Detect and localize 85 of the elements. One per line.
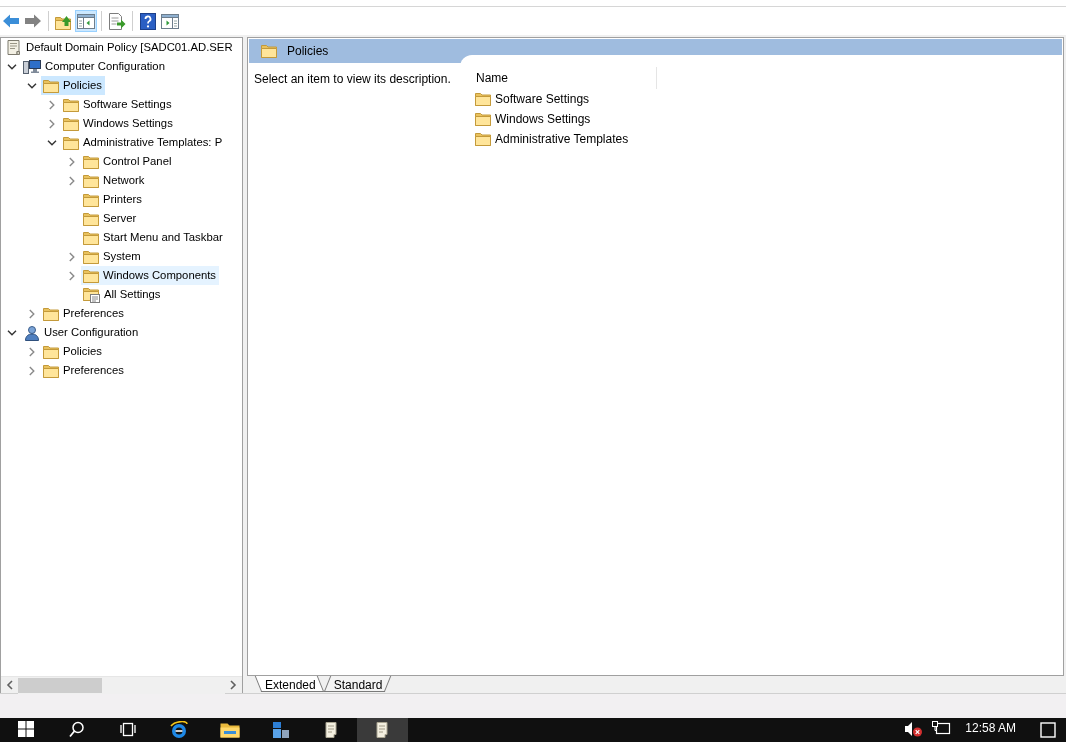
folder-icon	[83, 211, 99, 226]
list-item[interactable]: Windows Settings	[460, 109, 595, 129]
list-item[interactable]: Software Settings	[460, 89, 594, 109]
tree-item[interactable]: Policies	[41, 76, 105, 95]
pane-layout-icon	[161, 13, 179, 29]
tree-item[interactable]: Default Domain Policy [SADC01.AD.SER	[3, 38, 236, 57]
chevron-down-icon[interactable]	[47, 139, 57, 146]
computer-icon	[23, 58, 41, 75]
export-list-icon	[108, 12, 126, 30]
speaker-muted-icon[interactable]	[903, 721, 924, 737]
export-list-button[interactable]	[106, 10, 128, 32]
chevron-down-icon[interactable]	[7, 63, 17, 70]
folder-icon	[83, 230, 99, 245]
folder-icon	[475, 92, 491, 106]
tree-item[interactable]: Network	[81, 171, 148, 190]
folder-icon	[83, 268, 99, 283]
tree-item[interactable]: Preferences	[41, 361, 127, 380]
tree-item[interactable]: System	[81, 247, 144, 266]
list-item[interactable]: Administrative Templates	[460, 129, 633, 149]
chevron-right-icon[interactable]	[69, 270, 75, 281]
description-text: Select an item to view its description.	[254, 72, 451, 86]
pane-layout-icon	[77, 13, 95, 29]
chevron-right-icon[interactable]	[49, 118, 55, 129]
network-icon[interactable]	[931, 721, 952, 736]
server-icon	[271, 721, 290, 739]
chevron-right-icon[interactable]	[29, 365, 35, 376]
forward-arrow-icon	[24, 13, 42, 29]
chevron-down-icon[interactable]	[27, 82, 37, 89]
scroll-document-icon	[5, 39, 22, 56]
tree-item[interactable]: All Settings	[81, 285, 164, 304]
folder-document-icon	[83, 286, 100, 303]
task-view-icon	[118, 721, 137, 737]
tree-item[interactable]: Control Panel	[81, 152, 175, 171]
tree-item[interactable]: Server	[81, 209, 140, 228]
tree-item[interactable]: User Configuration	[21, 323, 142, 342]
pane-title: Policies	[287, 43, 329, 59]
start-icon	[17, 721, 34, 737]
view-tab[interactable]: Standard	[323, 676, 391, 693]
folder-icon	[63, 135, 79, 150]
tree-item[interactable]: Printers	[81, 190, 145, 209]
chevron-right-icon[interactable]	[69, 156, 75, 167]
document-icon	[323, 721, 340, 739]
tree-item[interactable]: Preferences	[41, 304, 127, 323]
folder-icon	[43, 306, 59, 321]
folder-icon	[63, 97, 79, 112]
document-icon	[374, 721, 391, 739]
folder-icon	[83, 249, 99, 264]
scrollbar-thumb[interactable]	[18, 677, 102, 693]
tree-item[interactable]: Windows Settings	[61, 114, 176, 133]
horizontal-scrollbar[interactable]	[1, 676, 242, 693]
back-arrow-icon	[2, 13, 20, 29]
folder-icon	[475, 112, 491, 126]
folder-icon	[83, 173, 99, 188]
chevron-right-icon[interactable]	[29, 346, 35, 357]
chevron-right-icon[interactable]	[29, 308, 35, 319]
folder-icon	[475, 132, 491, 146]
tree-item[interactable]: Windows Components	[81, 266, 220, 285]
console-tree-button[interactable]	[75, 10, 97, 32]
chevron-right-icon[interactable]	[69, 251, 75, 262]
chevron-right-icon[interactable]	[49, 99, 55, 110]
tree-item[interactable]: Software Settings	[61, 95, 175, 114]
help-icon	[140, 12, 156, 30]
clock-text[interactable]: 12:58 AM	[959, 721, 1022, 735]
chevron-down-icon[interactable]	[7, 329, 17, 336]
chevron-right-icon[interactable]	[69, 175, 75, 186]
user-icon	[23, 324, 40, 341]
folder-icon	[83, 154, 99, 169]
tree-item[interactable]: Policies	[41, 342, 105, 361]
folder-icon	[43, 363, 59, 378]
tree-item[interactable]: Start Menu and Taskbar	[81, 228, 226, 247]
view-tab[interactable]: Extended	[255, 676, 324, 693]
notification-icon[interactable]	[1040, 722, 1056, 738]
folder-icon	[63, 116, 79, 131]
help-button[interactable]	[137, 10, 159, 32]
tree-item[interactable]: Computer Configuration	[21, 57, 168, 76]
tree-item[interactable]: Administrative Templates: P	[61, 133, 226, 152]
folder-icon	[43, 78, 59, 93]
folder-icon	[261, 44, 277, 58]
search-icon	[68, 721, 85, 738]
browser-icon	[168, 721, 189, 739]
folder-icon	[83, 192, 99, 207]
folder-icon	[43, 344, 59, 359]
column-header[interactable]: Name	[460, 67, 657, 89]
taskbar-app-button[interactable]	[357, 718, 408, 742]
folder-icon	[219, 721, 240, 738]
